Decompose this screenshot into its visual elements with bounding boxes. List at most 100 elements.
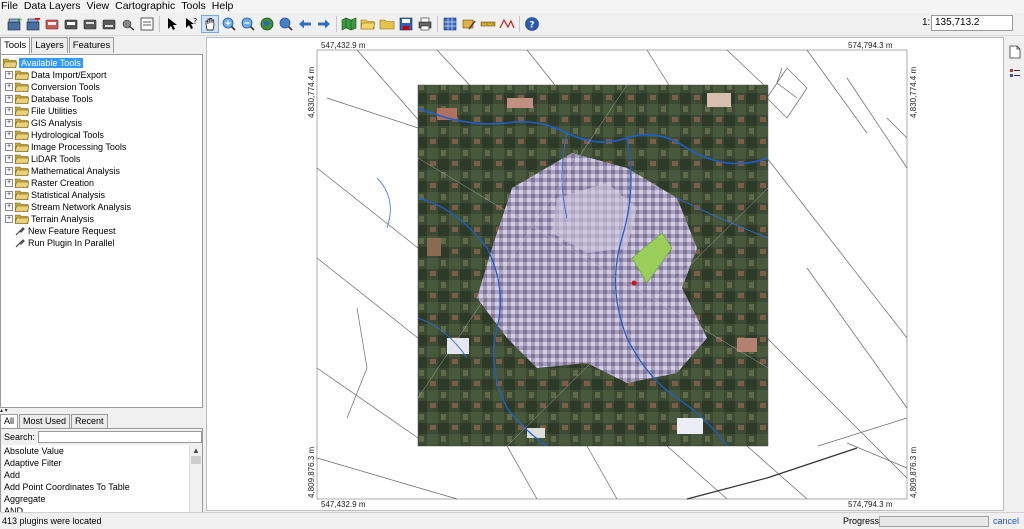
clear-icon[interactable] [120,16,136,32]
expand-icon[interactable]: + [5,131,13,139]
search-row: Search: [1,429,202,444]
tree-folder-image-processing-tools[interactable]: + Image Processing Tools [1,141,202,153]
tree-folder-gis-analysis[interactable]: + GIS Analysis [1,117,202,129]
menu-bar: File Data Layers View Cartographic Tools… [0,0,1024,13]
help-icon[interactable]: ? [524,16,540,32]
tab-tools[interactable]: Tools [0,37,31,54]
tree-folder-mathematical-analysis[interactable]: + Mathematical Analysis [1,165,202,177]
tree-folder-lidar-tools[interactable]: + LiDAR Tools [1,153,202,165]
layer-up-icon[interactable] [82,16,98,32]
open-folder-icon[interactable] [360,16,376,32]
expand-icon[interactable]: + [5,83,13,91]
folder-icon [14,130,30,140]
table-icon[interactable] [442,16,458,32]
zoom-in-icon[interactable] [221,16,237,32]
list-item[interactable]: Add [2,469,189,481]
tree-folder-label: Mathematical Analysis [31,166,121,176]
zoom-out-icon[interactable] [240,16,256,32]
search-input[interactable] [38,430,202,443]
tree-folder-stream-network-analysis[interactable]: + Stream Network Analysis [1,201,202,213]
expand-icon[interactable]: + [5,191,13,199]
add-layer-icon[interactable]: + [6,16,22,32]
expand-icon[interactable]: + [5,155,13,163]
tree-folder-statistical-analysis[interactable]: + Statistical Analysis [1,189,202,201]
menu-tools[interactable]: Tools [178,0,209,13]
status-message: 413 plugins were located [2,516,102,526]
menu-data-layers[interactable]: Data Layers [21,0,84,13]
full-extent-icon[interactable] [259,16,275,32]
print-map-icon[interactable] [417,16,433,32]
tree-root-available-tools[interactable]: Available Tools [1,57,202,69]
pan-icon[interactable] [201,15,219,33]
list-item[interactable]: Adaptive Filter [2,457,189,469]
legend-icon[interactable] [1009,67,1021,81]
right-toolstrip [1005,37,1024,511]
select-feature-icon[interactable]: ? [183,16,199,32]
next-extent-icon[interactable] [316,16,332,32]
map-label-right-bottom: 4,809,876.3 m [909,447,918,498]
tab-most-used[interactable]: Most Used [19,414,71,428]
profile-icon[interactable] [499,16,515,32]
previous-extent-icon[interactable] [297,16,313,32]
page-icon[interactable] [1009,45,1021,59]
split-pane-divider[interactable]: ▴ ▾ [0,408,203,414]
status-bar: 413 plugins were located Progress cancel [0,512,1024,529]
expand-icon[interactable]: + [5,167,13,175]
expand-icon[interactable]: + [5,107,13,115]
save-map-icon[interactable] [398,16,414,32]
scroll-up-icon[interactable]: ▲ [190,445,202,456]
tree-folder-conversion-tools[interactable]: + Conversion Tools [1,81,202,93]
tab-features[interactable]: Features [68,37,115,53]
measure-icon[interactable] [480,16,496,32]
map-canvas[interactable]: 547,432.9 m 574,794.3 m 547,432.9 m 574,… [207,38,1004,511]
folder-icon [14,166,30,176]
tree-leaf-run-plugin-in-parallel[interactable]: Run Plugin In Parallel [1,237,202,249]
print-icon[interactable] [63,16,79,32]
scale-input[interactable]: 135,713.2 [931,15,1013,31]
tab-recent[interactable]: Recent [71,414,108,428]
layer-down-icon[interactable] [101,16,117,32]
expand-icon[interactable]: + [5,71,13,79]
tree-folder-file-utilities[interactable]: + File Utilities [1,105,202,117]
tree-folder-hydrological-tools[interactable]: + Hydrological Tools [1,129,202,141]
tree-leaf-new-feature-request[interactable]: New Feature Request [1,225,202,237]
map-label-bottom-right: 574,794.3 m [848,500,893,509]
map-icon[interactable] [341,16,357,32]
tree-leaf-label: Run Plugin In Parallel [28,238,115,248]
tree-folder-raster-creation[interactable]: + Raster Creation [1,177,202,189]
menu-help[interactable]: Help [209,0,237,13]
folder-icon [14,106,30,116]
expand-icon[interactable]: + [5,95,13,103]
map-view[interactable]: 547,432.9 m 574,794.3 m 547,432.9 m 574,… [206,37,1004,511]
progress-label: Progress [843,516,880,526]
zoom-to-layer-icon[interactable] [278,16,294,32]
expand-icon[interactable]: + [5,143,13,151]
edit-icon[interactable] [461,16,477,32]
list-item[interactable]: Aggregate [2,493,189,505]
expand-icon[interactable]: + [5,203,13,211]
expand-icon[interactable]: + [5,179,13,187]
remove-layer-icon[interactable] [25,16,41,32]
tab-all[interactable]: All [0,414,19,429]
tree-folder-terrain-analysis[interactable]: + Terrain Analysis [1,213,202,225]
expand-icon[interactable]: + [5,215,13,223]
select-icon[interactable] [164,16,180,32]
list-item[interactable]: Add Point Coordinates To Table [2,481,189,493]
save-layer-icon[interactable] [44,16,60,32]
svg-text:?: ? [193,17,197,26]
tab-layers[interactable]: Layers [31,37,68,53]
tree-folder-data-import-export[interactable]: + Data Import/Export [1,69,202,81]
menu-cartographic[interactable]: Cartographic [112,0,178,13]
expand-icon[interactable]: + [5,119,13,127]
tree-folder-database-tools[interactable]: + Database Tools [1,93,202,105]
tree-root-label: Available Tools [19,58,83,68]
menu-file[interactable]: File [0,0,21,13]
properties-icon[interactable] [139,16,155,32]
menu-view[interactable]: View [84,0,113,13]
folder-icon [14,202,30,212]
cancel-link[interactable]: cancel [993,516,1019,526]
new-folder-icon[interactable] [379,16,395,32]
list-item[interactable]: Absolute Value [2,445,189,457]
scroll-thumb[interactable] [191,456,201,464]
left-panel: Tools Layers Features Available Tools + D… [0,37,205,529]
